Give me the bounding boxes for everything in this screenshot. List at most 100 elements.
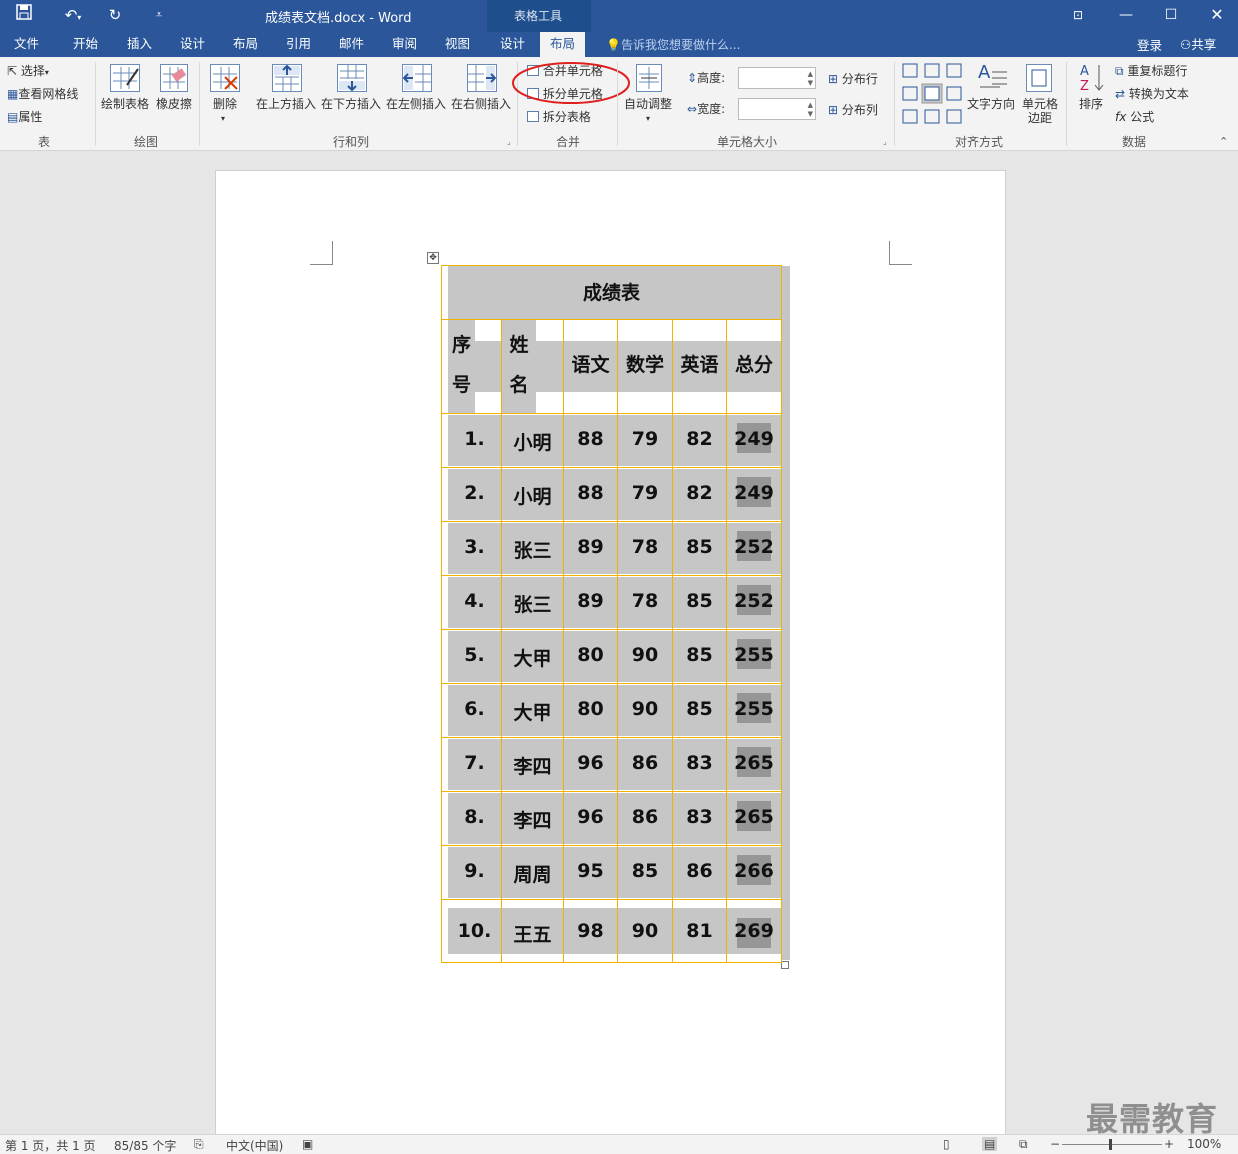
convert-to-text-button[interactable]: ⇄ 转换为文本 [1115,86,1189,102]
table-move-handle-icon[interactable]: ✥ [427,252,439,264]
redo-icon[interactable]: ↻ [104,4,126,26]
table-cell-total[interactable]: 252 [726,521,782,576]
table-cell-total[interactable]: 265 [726,737,782,792]
table-cell-english[interactable]: 85 [672,629,727,684]
table-cell-name[interactable]: 小明 [501,413,564,468]
sort-icon[interactable]: AZ [1078,62,1106,94]
header-total[interactable]: 总分 [726,319,782,414]
dialog-launcher-icon[interactable]: ⌟ [883,137,887,146]
header-english[interactable]: 英语 [672,319,727,414]
header-seq[interactable]: 序 号 [441,319,502,414]
formula-button[interactable]: fx 公式 [1115,109,1154,125]
table-cell-name[interactable]: 王五 [501,899,564,963]
zoom-level[interactable]: 100% [1187,1137,1221,1151]
table-resize-handle[interactable] [781,961,789,969]
table-cell-total[interactable]: 265 [726,791,782,846]
zoom-slider[interactable] [1062,1144,1162,1145]
tab-view[interactable]: 视图 [445,36,470,56]
text-direction-icon[interactable]: A [978,62,1008,92]
collapse-ribbon-icon[interactable]: ⌃ [1219,135,1228,148]
insert-below-label[interactable]: 在下方插入 [321,97,381,111]
share-button[interactable]: ⚇共享 [1180,34,1216,53]
table-cell-seq[interactable]: 3. [441,521,502,576]
select-button[interactable]: ⇱ 选择▾ [7,63,49,81]
insert-above-label[interactable]: 在上方插入 [256,97,316,111]
table-cell-name[interactable]: 李四 [501,737,564,792]
table-cell-english[interactable]: 82 [672,413,727,468]
customize-qat-icon[interactable]: ⩡ [148,4,170,26]
table-cell-math[interactable]: 90 [617,683,673,738]
table-cell-seq[interactable]: 1. [441,413,502,468]
tab-mailings[interactable]: 邮件 [339,36,364,56]
table-cell-seq[interactable]: 2. [441,467,502,522]
table-cell-chinese[interactable]: 96 [563,737,618,792]
zoom-slider-thumb[interactable] [1109,1139,1112,1150]
table-cell-name[interactable]: 小明 [501,467,564,522]
table-cell-math[interactable]: 78 [617,521,673,576]
table-cell-total[interactable]: 255 [726,683,782,738]
autofit-label[interactable]: 自动调整 [624,97,672,111]
language[interactable]: 中文(中国) [226,1137,283,1154]
table-cell-seq[interactable]: 5. [441,629,502,684]
table-cell-seq[interactable]: 7. [441,737,502,792]
insert-right-icon[interactable] [467,64,497,92]
proofing-icon[interactable]: ⎘ [194,1137,204,1152]
table-cell-total[interactable]: 249 [726,467,782,522]
table-cell-math[interactable]: 79 [617,413,673,468]
table-cell-english[interactable]: 85 [672,521,727,576]
tell-me-search[interactable]: 💡告诉我您想要做什么... [606,36,740,53]
table-cell-seq[interactable]: 10. [441,899,502,963]
tab-review[interactable]: 审阅 [392,36,417,56]
autofit-icon[interactable] [636,64,662,92]
table-cell-math[interactable]: 90 [617,629,673,684]
table-cell-math[interactable]: 86 [617,737,673,792]
save-icon[interactable] [13,4,35,26]
table-cell-chinese[interactable]: 98 [563,899,618,963]
table-cell-math[interactable]: 90 [617,899,673,963]
minimize-button[interactable]: — [1114,4,1138,26]
autofit-dropdown-icon[interactable]: ▾ [646,112,650,126]
table-title-cell[interactable]: 成绩表 [441,265,782,320]
sort-label[interactable]: 排序 [1079,97,1103,111]
draw-table-label[interactable]: 绘制表格 [101,97,149,111]
page-count[interactable]: 第 1 页，共 1 页 [5,1137,96,1154]
read-mode-icon[interactable]: ▯ [943,1137,950,1151]
table-cell-name[interactable]: 周周 [501,845,564,900]
spin-down-icon[interactable]: ▼ [808,80,813,87]
table-cell-seq[interactable]: 6. [441,683,502,738]
table-cell-english[interactable]: 82 [672,467,727,522]
zoom-out-button[interactable]: − [1050,1137,1060,1151]
table-cell-english[interactable]: 86 [672,845,727,900]
insert-below-icon[interactable] [337,64,367,92]
table-cell-chinese[interactable]: 88 [563,413,618,468]
insert-right-label[interactable]: 在右侧插入 [451,97,511,111]
tab-layout[interactable]: 布局 [233,36,258,56]
login-button[interactable]: 登录 [1137,35,1162,54]
undo-icon[interactable]: ↶▾ [58,4,88,26]
table-cell-english[interactable]: 81 [672,899,727,963]
ribbon-display-options-icon[interactable]: ⊡ [1066,4,1090,26]
table-cell-total[interactable]: 269 [726,899,782,963]
table-cell-chinese[interactable]: 89 [563,521,618,576]
table-cell-chinese[interactable]: 96 [563,791,618,846]
table-cell-seq[interactable]: 9. [441,845,502,900]
maximize-button[interactable]: ☐ [1159,4,1183,26]
table-cell-chinese[interactable]: 80 [563,629,618,684]
table-cell-seq[interactable]: 8. [441,791,502,846]
table-cell-math[interactable]: 78 [617,575,673,630]
table-cell-total[interactable]: 252 [726,575,782,630]
spin-up-icon[interactable]: ▲ [808,71,813,78]
table-cell-name[interactable]: 李四 [501,791,564,846]
properties-button[interactable]: ▤属性 [7,109,42,125]
cell-margins-icon[interactable] [1026,64,1052,92]
tab-references[interactable]: 引用 [286,36,311,56]
cell-margins-label[interactable]: 单元格边距 [1019,97,1061,125]
insert-above-icon[interactable] [272,64,302,92]
tab-file[interactable]: 文件 [14,36,39,56]
eraser-label[interactable]: 橡皮擦 [156,97,192,111]
table-cell-english[interactable]: 83 [672,737,727,792]
macro-icon[interactable]: ▣ [302,1137,313,1151]
distribute-cols-button[interactable]: ⊞ 分布列 [828,102,878,118]
tab-design[interactable]: 设计 [180,36,205,56]
table-cell-name[interactable]: 大甲 [501,683,564,738]
